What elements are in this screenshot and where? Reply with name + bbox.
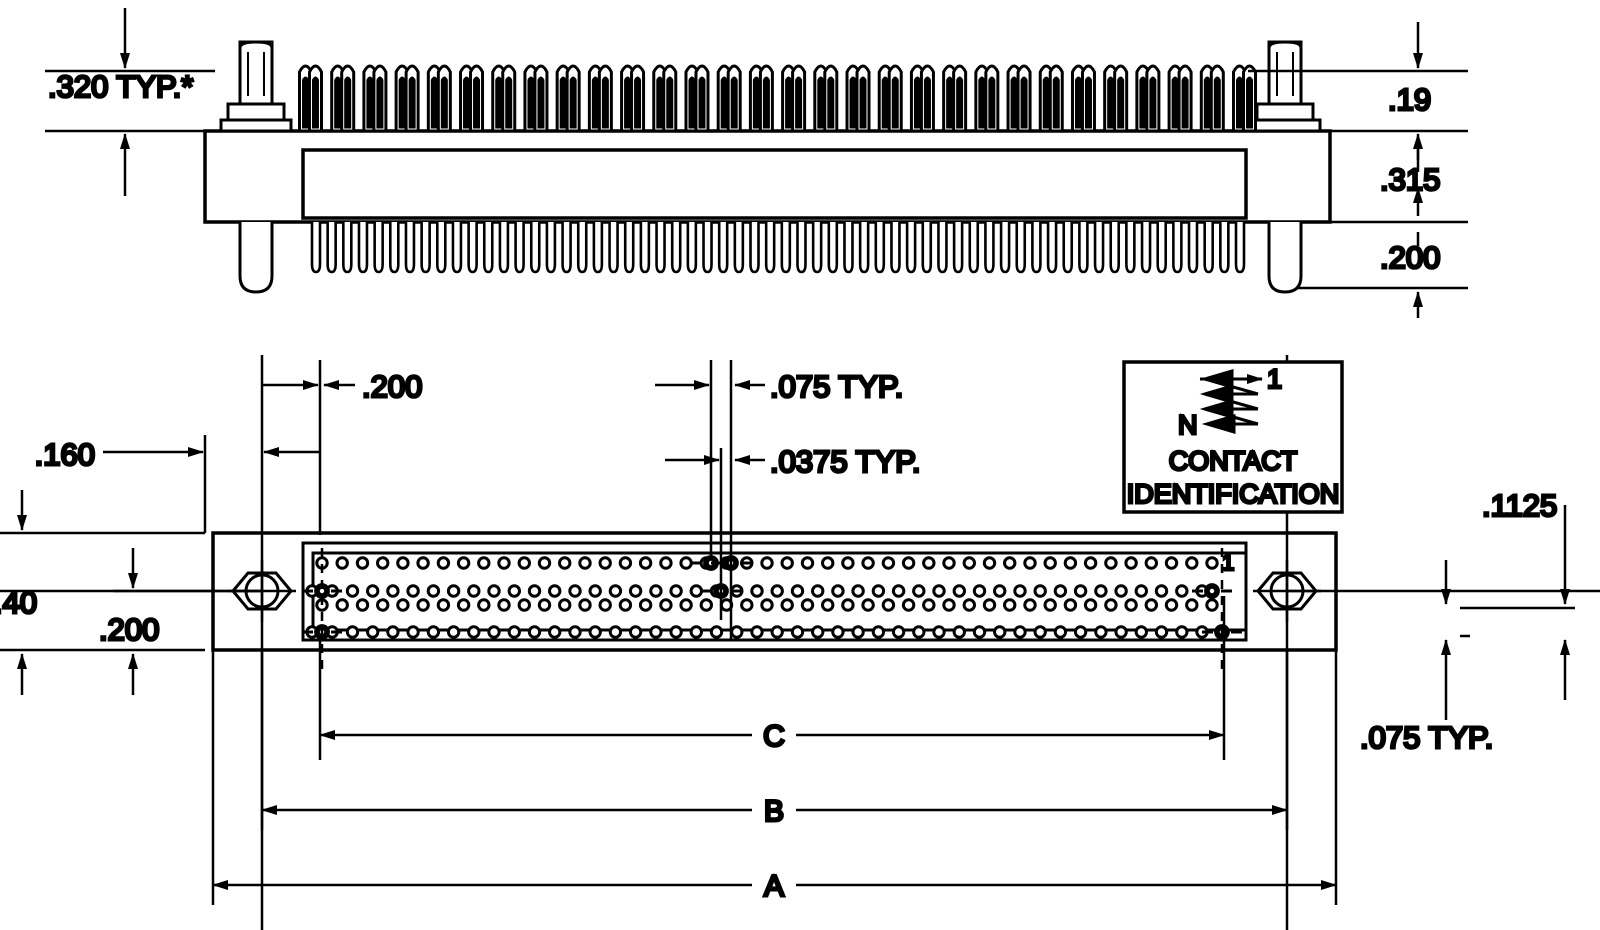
dim-right-bottom-group: .1125 .075 TYP.: [1359, 487, 1575, 757]
dim-200-top-label: .200: [362, 369, 422, 404]
dim-075-vert-label: .075 TYP.: [1360, 720, 1493, 755]
dim-320-label: .320 TYP.*: [48, 69, 193, 104]
dim-A-group: A: [211, 650, 1338, 905]
dim-160-label: .160: [35, 437, 95, 472]
dim-C-label: C: [763, 720, 785, 753]
contact-id-first-label: 1: [1267, 364, 1282, 394]
contact-identification-box: 1 N CONTACT IDENTIFICATION: [1122, 360, 1344, 514]
lower-solder-tails: [310, 222, 1246, 274]
dim-19-label: .19: [1388, 82, 1431, 117]
dim-B-label: B: [764, 795, 784, 828]
pin-one-label: 1: [1222, 550, 1234, 575]
dim-320-group: .320 TYP.*: [45, 8, 215, 196]
dim-200-left-label: .200: [99, 612, 159, 647]
connector-body-slot: [301, 148, 1248, 220]
engineering-drawing-svg: .320 TYP.* .19 .315 .200 1 .160 .200 .07…: [0, 8, 1600, 930]
side-view-group: [203, 40, 1332, 294]
contact-id-title-1: CONTACT: [1169, 446, 1298, 476]
dim-200-top-group: .200: [262, 360, 424, 535]
dim-A-label: A: [764, 870, 784, 903]
dim-40-group: .40: [0, 490, 205, 695]
contact-id-title-2: IDENTIFICATION: [1127, 479, 1340, 509]
contact-id-last-label: N: [1178, 410, 1198, 440]
dim-160-group: .160: [33, 435, 320, 533]
drawing-canvas: .320 TYP.* .19 .315 .200 1 .160 .200 .07…: [0, 0, 1600, 930]
dim-315-label: .315: [1380, 162, 1440, 197]
upper-contact-pins: [298, 64, 1257, 133]
dim-40-label: .40: [0, 585, 37, 620]
dim-075-typ-label: .075 TYP.: [770, 369, 903, 404]
dim-0375-typ-label: .0375 TYP.: [770, 444, 921, 479]
dim-200-right-label: .200: [1380, 240, 1440, 275]
bottom-view-group: 1: [211, 531, 1338, 670]
dim-1125-label: .1125: [1482, 488, 1557, 523]
